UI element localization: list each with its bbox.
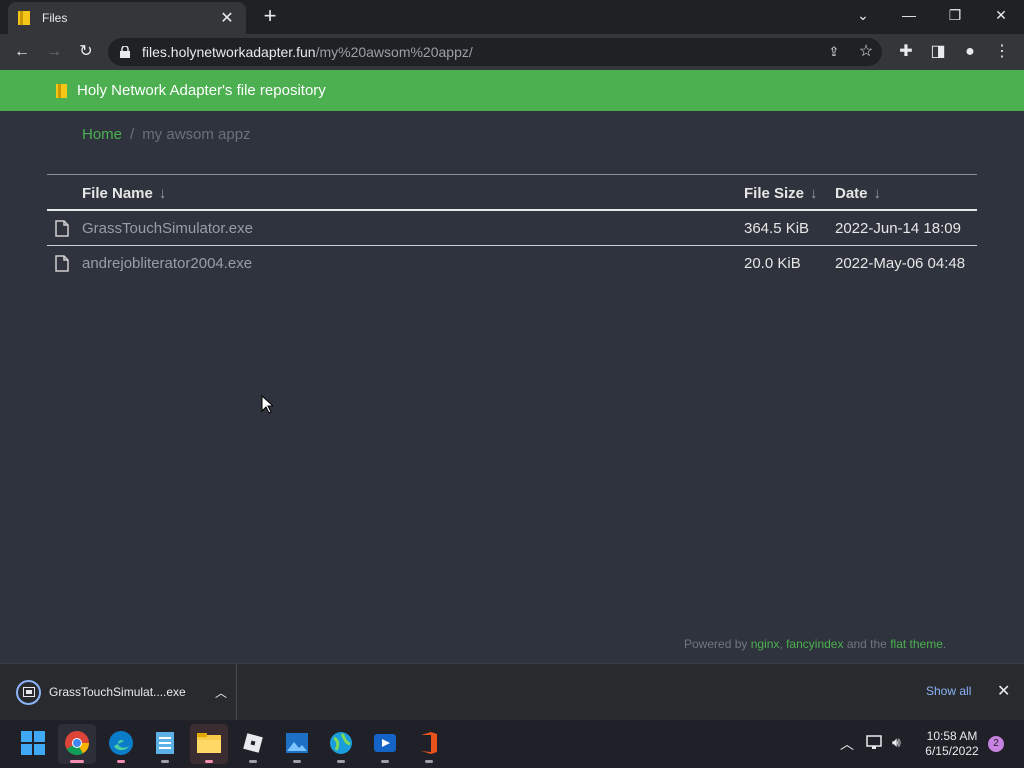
file-date: 2022-Jun-14 18:09 — [835, 220, 961, 237]
download-file-name: GrassTouchSimulat....exe — [49, 685, 186, 699]
footer-prefix: Powered by — [684, 637, 748, 651]
footer-period: . — [942, 637, 947, 651]
breadcrumb: Home / my awsom appz — [82, 126, 251, 143]
explorer-running-indicator — [205, 760, 213, 763]
header-file-size[interactable]: File Size ↓ — [744, 185, 818, 202]
photos-icon[interactable] — [284, 730, 310, 756]
chrome-running-indicator — [70, 760, 84, 763]
browser-tab-strip: Files ✕ + ⌄ — ❐ ✕ — [0, 0, 1024, 34]
roblox-icon[interactable] — [240, 730, 266, 756]
site-title: Holy Network Adapter's file repository — [77, 82, 326, 99]
download-file-icon — [16, 679, 41, 705]
table-row[interactable]: GrassTouchSimulator.exe 364.5 KiB 2022-J… — [47, 211, 977, 246]
sort-arrow-icon: ↓ — [810, 185, 818, 202]
windows-taskbar: ︿ 🔊︎ 10:58 AM 6/15/2022 — [0, 720, 1024, 768]
header-date-label: Date — [835, 185, 868, 202]
folder-icon — [56, 83, 67, 98]
footer-comma: , — [779, 637, 783, 651]
side-panel-icon[interactable]: ◨ — [926, 40, 950, 64]
table-header: File Name ↓ File Size ↓ Date ↓ — [47, 174, 977, 210]
header-file-name-label: File Name — [82, 185, 153, 202]
address-bar[interactable]: files.holynetworkadapter.fun/my%20awsom%… — [108, 38, 882, 66]
photos-running-indicator — [293, 760, 301, 763]
restore-button[interactable]: ❐ — [932, 0, 978, 30]
download-shelf: GrassTouchSimulat....exe ︿ Show all ✕ — [0, 663, 1024, 720]
profile-icon[interactable]: ● — [958, 40, 982, 64]
network-icon[interactable] — [866, 735, 884, 751]
edge-icon[interactable] — [108, 730, 134, 756]
share-icon[interactable]: ⇪ — [822, 40, 846, 64]
browser-toolbar: ← → ↻ files.holynetworkadapter.fun/my%20… — [0, 34, 1024, 70]
file-icon — [55, 255, 69, 272]
notepad-icon[interactable] — [152, 730, 178, 756]
folder-favicon-icon — [18, 11, 30, 25]
sort-arrow-icon: ↓ — [158, 185, 167, 202]
video-editor-icon[interactable] — [372, 730, 398, 756]
file-name-link[interactable]: GrassTouchSimulator.exe — [82, 220, 253, 237]
system-clock[interactable]: 10:58 AM 6/15/2022 — [920, 729, 984, 759]
breadcrumb-current: my awsom appz — [142, 126, 251, 143]
breadcrumb-separator: / — [130, 126, 135, 143]
breadcrumb-home-link[interactable]: Home — [82, 126, 122, 143]
header-file-name[interactable]: File Name ↓ — [82, 185, 166, 202]
forward-icon[interactable]: → — [42, 40, 66, 64]
notification-badge[interactable]: 2 — [988, 736, 1004, 752]
mouse-cursor-icon — [261, 395, 273, 414]
volume-icon[interactable]: 🔊︎ — [892, 734, 901, 751]
clock-date: 6/15/2022 — [925, 744, 979, 758]
show-all-downloads-button[interactable]: Show all — [926, 684, 971, 698]
footer-and-the: and the — [846, 637, 887, 651]
close-window-button[interactable]: ✕ — [978, 0, 1024, 30]
office-running-indicator — [425, 760, 433, 763]
roblox-running-indicator — [249, 760, 257, 763]
site-header: Holy Network Adapter's file repository — [0, 70, 1024, 111]
notepad-running-indicator — [161, 760, 169, 763]
edge-running-indicator — [117, 760, 125, 763]
tab-title: Files — [42, 11, 68, 25]
tab-search-icon[interactable]: ⌄ — [840, 0, 886, 30]
fancyindex-link[interactable]: fancyindex — [786, 637, 843, 651]
menu-icon[interactable]: ⋮ — [990, 40, 1014, 64]
file-size: 20.0 KiB — [744, 255, 801, 272]
page-footer: Powered by nginx, fancyindex and the fla… — [684, 637, 946, 651]
lock-icon — [120, 46, 130, 58]
close-tab-icon[interactable]: ✕ — [218, 8, 236, 28]
sort-arrow-icon: ↓ — [873, 185, 882, 202]
chrome-icon[interactable] — [64, 730, 90, 756]
video-editor-running-indicator — [381, 760, 389, 763]
maps-running-indicator — [337, 760, 345, 763]
chevron-up-icon[interactable]: ︿ — [206, 684, 236, 701]
new-tab-button[interactable]: + — [258, 4, 282, 28]
bookmark-star-icon[interactable]: ☆ — [854, 40, 878, 64]
file-size: 364.5 KiB — [744, 220, 810, 237]
close-download-shelf-icon[interactable]: ✕ — [997, 681, 1010, 701]
file-date: 2022-May-06 04:48 — [835, 255, 966, 272]
url-path: /my%20awsom%20appz/ — [315, 44, 473, 60]
nginx-link[interactable]: nginx — [751, 637, 780, 651]
maps-icon[interactable] — [328, 730, 354, 756]
minimize-button[interactable]: — — [886, 0, 932, 30]
show-hidden-icons-icon[interactable]: ︿ — [840, 734, 854, 754]
url-host: files.holynetworkadapter.fun — [142, 44, 316, 60]
extensions-icon[interactable]: ✚ — [894, 40, 918, 64]
header-file-size-label: File Size — [744, 185, 805, 202]
file-icon — [55, 220, 69, 237]
table-row[interactable]: andrejobliterator2004.exe 20.0 KiB 2022-… — [47, 246, 977, 281]
reload-icon[interactable]: ↻ — [74, 40, 98, 64]
browser-tab[interactable]: Files ✕ — [8, 2, 246, 34]
header-date[interactable]: Date ↓ — [835, 185, 881, 202]
download-item[interactable]: GrassTouchSimulat....exe ︿ — [0, 664, 237, 720]
back-icon[interactable]: ← — [10, 40, 34, 64]
office-icon[interactable] — [416, 730, 442, 756]
clock-time: 10:58 AM — [926, 729, 978, 743]
file-explorer-icon[interactable] — [196, 730, 222, 756]
file-name-link[interactable]: andrejobliterator2004.exe — [82, 255, 252, 272]
flat-theme-link[interactable]: flat theme — [890, 637, 943, 651]
windows-start-icon[interactable] — [20, 730, 46, 756]
